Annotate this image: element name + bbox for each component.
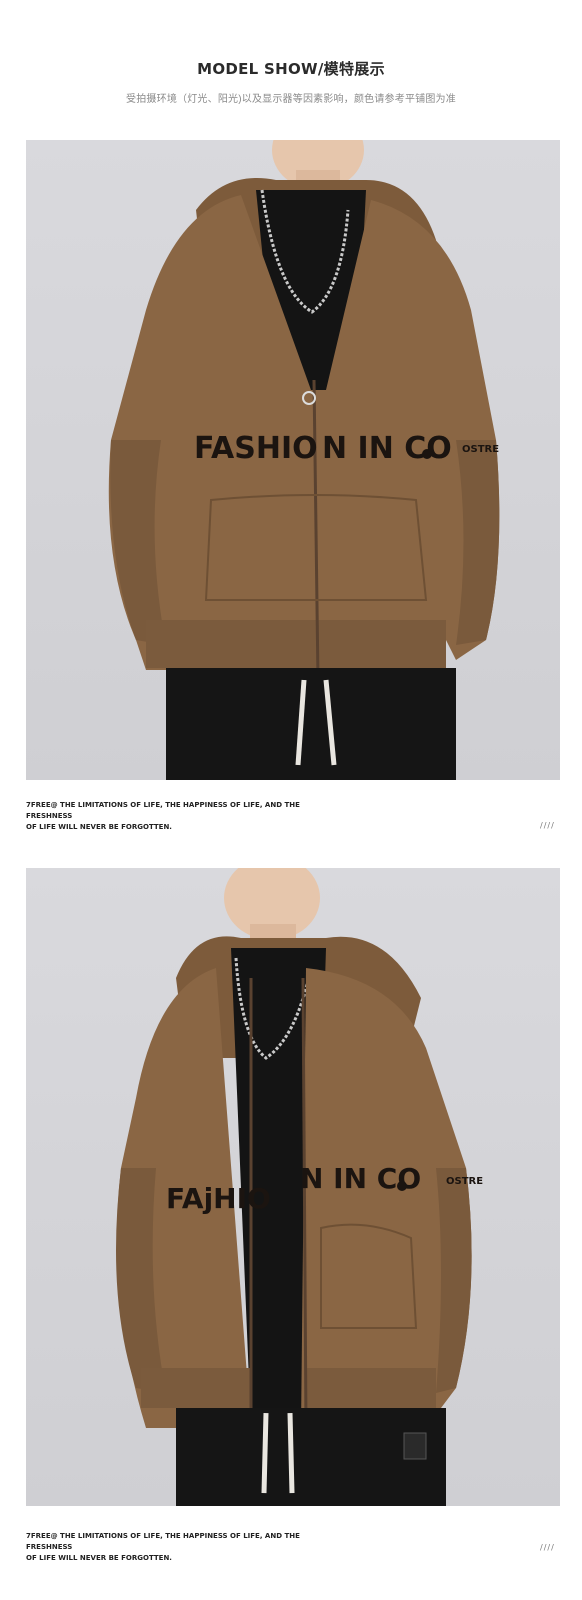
- slash-decoration: ////: [540, 821, 555, 830]
- pants-patch: [403, 1432, 427, 1460]
- print-right-text: N IN CO: [322, 431, 452, 466]
- model-photo-front-2: FAjHIO N IN CO OSTRE: [26, 868, 560, 1506]
- caption-line: OF LIFE WILL NEVER BE FORGOTTEN.: [26, 1554, 172, 1562]
- photo-caption: 7FREE@ THE LIMITATIONS OF LIFE, THE HAPP…: [26, 1531, 346, 1564]
- ribbed-hem: [146, 620, 446, 668]
- slash-decoration: ////: [540, 1543, 555, 1552]
- print-left-text: FASHIO: [194, 431, 318, 466]
- hoodie-illustration: FAjHIO N IN CO OSTRE: [116, 868, 483, 1506]
- black-pants: [166, 668, 456, 780]
- caption-line: 7FREE@ THE LIMITATIONS OF LIFE, THE HAPP…: [26, 1532, 300, 1551]
- sleeve-print: OSTRE: [462, 444, 499, 455]
- photo-caption: 7FREE@ THE LIMITATIONS OF LIFE, THE HAPP…: [26, 800, 346, 833]
- caption-line: OF LIFE WILL NEVER BE FORGOTTEN.: [26, 823, 172, 831]
- model-photo-front: FASHIO N IN CO OSTRE: [26, 140, 560, 780]
- sleeve-print: OSTRE: [446, 1176, 483, 1187]
- page-subtitle: 受拍摄环境（灯光、阳光)以及显示器等因素影响，颜色请参考平铺图为准: [126, 94, 456, 105]
- hoodie-illustration: FASHIO N IN CO OSTRE: [108, 140, 500, 780]
- print-left-text: FAjHIO: [166, 1182, 271, 1215]
- caption-line: 7FREE@ THE LIMITATIONS OF LIFE, THE HAPP…: [26, 801, 300, 820]
- page-title: MODEL SHOW/模特展示: [197, 60, 385, 78]
